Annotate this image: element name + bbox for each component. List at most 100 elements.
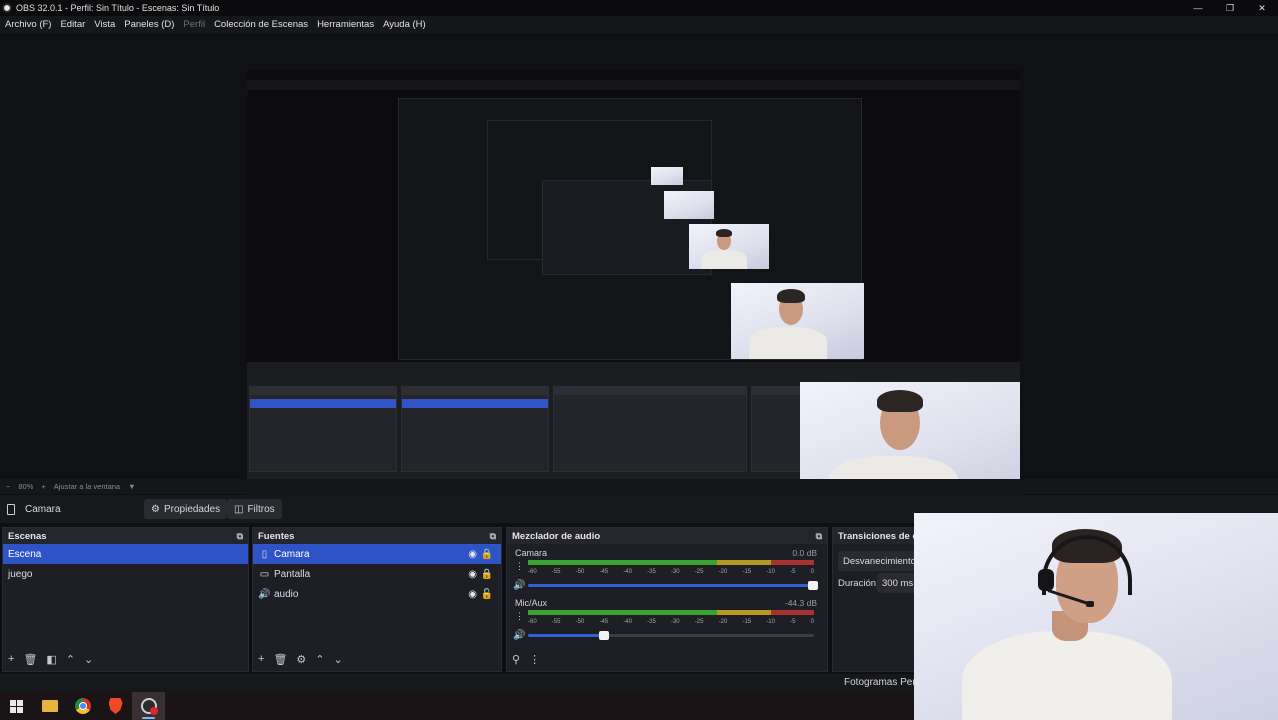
zoom-out-button[interactable]: − xyxy=(6,482,10,491)
window-title: OBS 32.0.1 - Perfil: Sin Título - Escena… xyxy=(16,3,220,13)
menu-perfil[interactable]: Perfil xyxy=(183,19,205,30)
scene-item-escena[interactable]: Escena xyxy=(3,544,248,564)
move-down-icon[interactable]: ⌄ xyxy=(334,653,343,666)
source-item-audio[interactable]: 🔊 audio ◉ 🔓 xyxy=(253,584,501,604)
monitor-icon: ▭ xyxy=(259,568,270,580)
scale-tick: -50 xyxy=(575,569,585,575)
source-settings-icon[interactable]: ⚙ xyxy=(296,653,306,666)
fit-to-window-label[interactable]: Ajustar a la ventana xyxy=(54,482,120,491)
menu-paneles[interactable]: Paneles (D) xyxy=(124,19,174,30)
scale-tick: -30 xyxy=(670,569,680,575)
webcam-person-shirt xyxy=(962,631,1172,720)
eye-icon[interactable]: ◉ xyxy=(468,549,477,560)
remove-scene-icon[interactable]: 🗑 xyxy=(23,653,37,666)
duration-input[interactable]: 300 ms xyxy=(877,573,917,593)
sources-dock: Fuentes ⧉ ▯ Camara ◉ 🔒 ▭ Pantalla ◉ 🔒 🔊 … xyxy=(252,527,502,672)
add-source-icon[interactable]: + xyxy=(258,653,264,665)
channel-menu-icon[interactable]: ⋮ xyxy=(515,561,524,572)
scale-tick: -5 xyxy=(790,619,796,625)
transition-select[interactable]: Desvanecimiento xyxy=(838,551,923,571)
brave-icon[interactable] xyxy=(99,692,132,720)
channel-db: 0.0 dB xyxy=(792,548,817,558)
sources-dock-header: Fuentes ⧉ xyxy=(253,528,501,544)
menu-editar[interactable]: Editar xyxy=(60,19,85,30)
nested-webcam-4 xyxy=(664,191,714,219)
transitions-title: Transiciones de es xyxy=(838,530,924,542)
filters-button[interactable]: ◫ Filtros xyxy=(227,499,282,519)
scale-tick: -60 xyxy=(528,569,537,575)
scale-tick: -55 xyxy=(551,619,561,625)
source-item-pantalla[interactable]: ▭ Pantalla ◉ 🔒 xyxy=(253,564,501,584)
meter-scale: -60 -55 -50 -45 -40 -35 -30 -25 -20 -15 … xyxy=(528,619,814,627)
scenes-toolbar: + 🗑 ◧ ⌃ ⌄ xyxy=(3,647,248,671)
scale-tick: -10 xyxy=(766,569,775,575)
menu-herramientas[interactable]: Herramientas xyxy=(317,19,374,30)
move-up-icon[interactable]: ⌃ xyxy=(66,653,75,666)
context-source-name: Camara xyxy=(25,503,61,515)
scene-filters-icon[interactable]: ◧ xyxy=(46,653,56,666)
chrome-icon[interactable] xyxy=(66,692,99,720)
file-explorer-icon[interactable] xyxy=(33,692,66,720)
preview-zoom-bar: − 80% + Ajustar a la ventana ▼ xyxy=(0,479,1278,494)
close-button[interactable]: ✕ xyxy=(1246,0,1278,16)
preview-area[interactable] xyxy=(0,33,1278,508)
dock-float-icon[interactable]: ⧉ xyxy=(816,531,822,542)
move-up-icon[interactable]: ⌃ xyxy=(315,653,324,666)
lock-icon[interactable]: 🔒 xyxy=(481,549,493,560)
eye-icon[interactable]: ◉ xyxy=(468,589,477,600)
menu-vista[interactable]: Vista xyxy=(94,19,115,30)
nested-mixer-panel xyxy=(553,386,747,472)
speaker-icon[interactable]: 🔊 xyxy=(513,580,525,591)
speaker-icon[interactable]: 🔊 xyxy=(513,630,525,641)
volume-fader-mic[interactable] xyxy=(528,631,814,640)
headset-earcup xyxy=(1038,569,1054,591)
properties-button[interactable]: ⚙ Propiedades xyxy=(144,499,228,519)
minimize-button[interactable]: — xyxy=(1182,0,1214,16)
microphone-icon xyxy=(1086,601,1094,607)
mixer-menu-icon[interactable]: ⋮ xyxy=(529,653,540,666)
dock-float-icon[interactable]: ⧉ xyxy=(490,531,496,542)
nested-sources-panel xyxy=(401,386,549,472)
preview-canvas[interactable] xyxy=(247,70,1020,508)
obs-icon[interactable] xyxy=(132,692,165,720)
scale-tick: 0 xyxy=(810,569,814,575)
windows-start-icon[interactable] xyxy=(0,692,33,720)
mixer-title: Mezclador de audio xyxy=(512,530,601,542)
scale-tick: -35 xyxy=(647,619,656,625)
scale-tick: -45 xyxy=(599,569,609,575)
unlock-icon[interactable]: 🔓 xyxy=(481,589,493,600)
duration-label: Duración xyxy=(838,578,877,589)
nested-scenes-panel xyxy=(249,386,397,472)
move-down-icon[interactable]: ⌄ xyxy=(84,653,93,666)
channel-name: Mic/Aux xyxy=(515,598,548,608)
menu-ayuda[interactable]: Ayuda (H) xyxy=(383,19,426,30)
scale-tick: -50 xyxy=(575,619,585,625)
lock-icon[interactable]: 🔒 xyxy=(481,569,493,580)
maximize-button[interactable]: ❐ xyxy=(1214,0,1246,16)
scale-tick: -15 xyxy=(742,619,752,625)
scene-item-juego[interactable]: juego xyxy=(3,564,248,584)
webcam-overlay xyxy=(914,513,1278,720)
remove-source-icon[interactable]: 🗑 xyxy=(273,653,287,666)
menu-archivo[interactable]: Archivo (F) xyxy=(5,19,51,30)
volume-meter-top xyxy=(528,610,814,615)
zoom-value: 80% xyxy=(18,482,34,491)
properties-label: Propiedades xyxy=(163,503,221,515)
fit-dropdown-arrow[interactable]: ▼ xyxy=(128,482,135,491)
window-titlebar: OBS 32.0.1 - Perfil: Sin Título - Escena… xyxy=(0,0,1278,16)
add-scene-icon[interactable]: + xyxy=(8,653,14,665)
eye-icon[interactable]: ◉ xyxy=(468,569,477,580)
source-file-icon xyxy=(7,503,15,515)
volume-fader-camara[interactable] xyxy=(528,581,818,590)
dock-float-icon[interactable]: ⧉ xyxy=(237,531,243,542)
volume-meter-top xyxy=(528,560,814,565)
advanced-audio-icon[interactable]: ⚲ xyxy=(512,653,520,666)
transition-selected: Desvanecimiento xyxy=(843,555,916,567)
menu-coleccion-escenas[interactable]: Colección de Escenas xyxy=(214,19,308,30)
zoom-in-button[interactable]: + xyxy=(41,482,45,491)
channel-menu-icon[interactable]: ⋮ xyxy=(515,611,524,622)
nested-obs-menubar xyxy=(247,80,1020,90)
source-item-camara[interactable]: ▯ Camara ◉ 🔒 xyxy=(253,544,501,564)
menu-bar: Archivo (F) Editar Vista Paneles (D) Per… xyxy=(0,16,1278,33)
scale-tick: -15 xyxy=(742,569,752,575)
